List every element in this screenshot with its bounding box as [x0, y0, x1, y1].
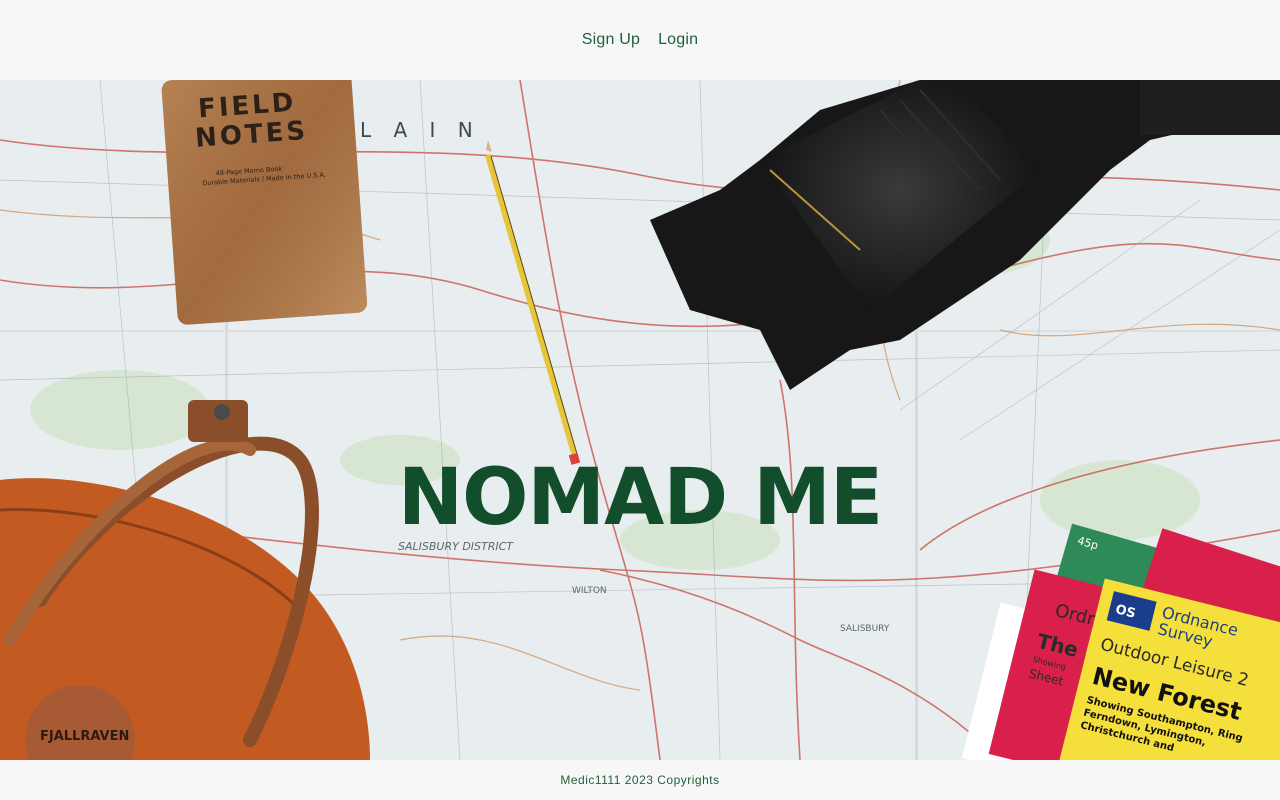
map-label-town1: WILTON [572, 586, 607, 596]
map-label-top: L A I N [360, 118, 481, 142]
footer: Medic1111 2023 Copyrights [0, 760, 1280, 800]
login-link[interactable]: Login [658, 31, 698, 49]
hero-background-image: SALISBURY DISTRICT WILTON SALISBURY L A … [0, 80, 1280, 760]
bag-brand-label: FJALLRAVEN [40, 729, 129, 744]
copyright-text: Medic1111 2023 Copyrights [560, 773, 720, 787]
hero-banner: SALISBURY DISTRICT WILTON SALISBURY L A … [0, 80, 1280, 760]
field-notes-notebook: FIELD NOTES 48-Page Memo Book Durable Ma… [161, 80, 368, 325]
top-nav: Sign Up Login [0, 0, 1280, 80]
hero-title: NOMAD ME [397, 453, 883, 543]
signup-link[interactable]: Sign Up [582, 31, 640, 49]
map-label-town2: SALISBURY [840, 624, 890, 634]
